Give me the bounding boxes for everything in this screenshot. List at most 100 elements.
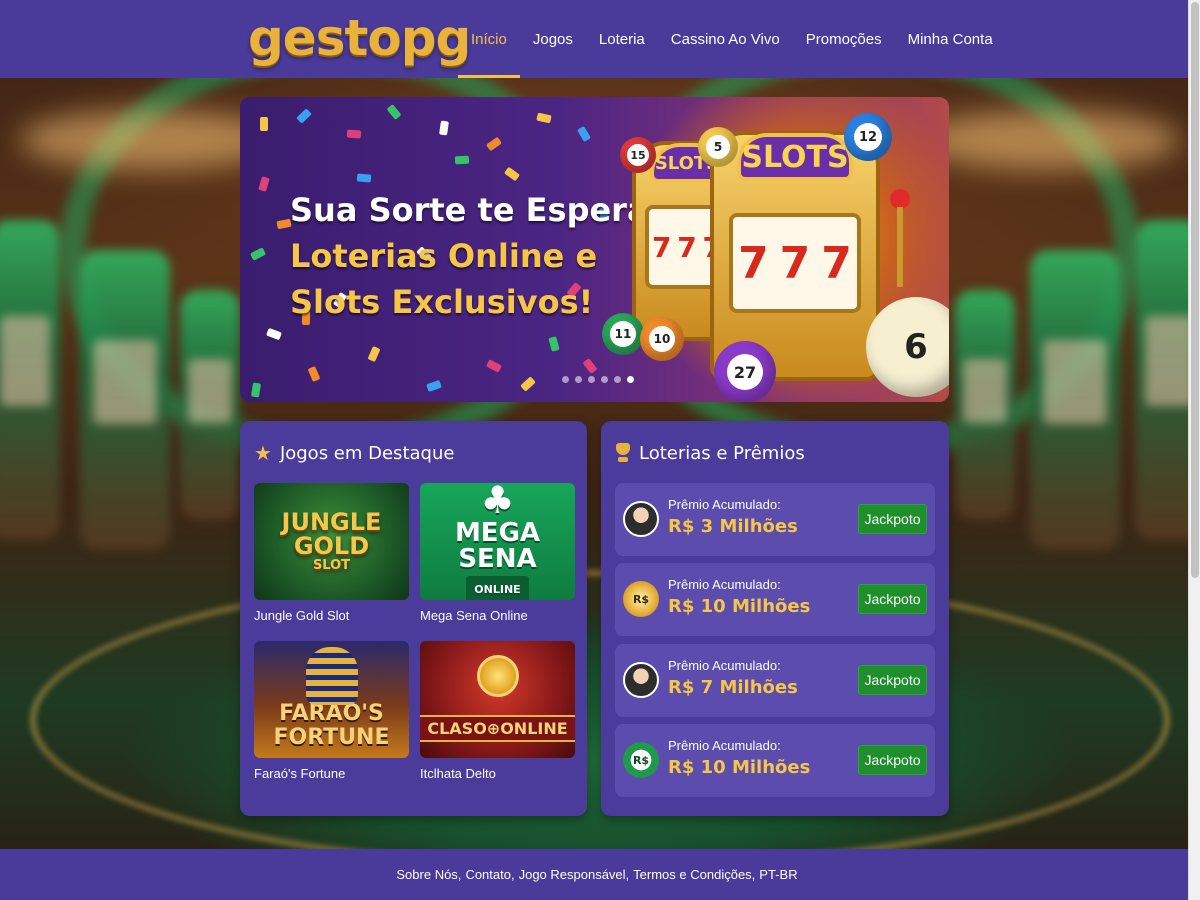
site-logo[interactable]: gestopg bbox=[248, 6, 471, 70]
hero-banner[interactable]: Sua Sorte te Espera! Loterias Online e S… bbox=[240, 97, 949, 402]
prize-amount: R$ 10 Milhões bbox=[668, 757, 811, 778]
confetti-piece bbox=[386, 104, 402, 120]
background-table bbox=[30, 570, 1170, 870]
jackpot-button[interactable]: Jackpoto bbox=[858, 584, 927, 614]
prize-amount: R$ 3 Milhões bbox=[668, 516, 798, 537]
game-card-mega-sena[interactable]: ♣ MEGA SENA ONLINE Mega Sena Online bbox=[420, 483, 575, 623]
confetti-piece bbox=[582, 358, 598, 374]
nav-item-promocoes[interactable]: Promoções bbox=[793, 0, 895, 78]
confetti-piece bbox=[503, 166, 521, 182]
confetti-piece bbox=[576, 125, 592, 143]
confetti-piece bbox=[266, 327, 282, 341]
slot-lever-knob bbox=[890, 189, 910, 209]
thumb-text: GOLD bbox=[293, 531, 370, 560]
prize-amount: R$ 10 Milhões bbox=[668, 596, 811, 617]
reel-symbol: 7 bbox=[652, 230, 672, 264]
carousel-dot[interactable] bbox=[588, 376, 595, 383]
confetti-piece bbox=[548, 336, 560, 352]
prize-amount: R$ 7 Milhões bbox=[668, 677, 798, 698]
star-icon: ★ bbox=[254, 441, 272, 465]
thumb-text: ONLINE bbox=[466, 575, 529, 600]
reel-symbol: 7 bbox=[677, 230, 697, 264]
footer-links: Sobre Nós, Contato, Jogo Responsável, Te… bbox=[396, 867, 797, 882]
confetti-piece bbox=[520, 376, 536, 392]
nav-item-jogos[interactable]: Jogos bbox=[520, 0, 586, 78]
confetti-piece bbox=[346, 129, 362, 139]
lotteries-title: Loterias e Prêmios bbox=[639, 442, 805, 464]
scrollbar-thumb[interactable] bbox=[1191, 2, 1199, 578]
prize-caption: Prêmio Acumulado: bbox=[668, 497, 781, 512]
lottery-row: Prêmio Acumulado: R$ 7 Milhões Jackpoto bbox=[615, 644, 935, 717]
confetti-piece bbox=[454, 155, 470, 165]
site-footer: Sobre Nós, Contato, Jogo Responsável, Te… bbox=[0, 849, 1188, 900]
hero-headline-line1: Sua Sorte te Espera! bbox=[290, 191, 664, 229]
confetti-piece bbox=[296, 108, 312, 124]
prize-caption: Prêmio Acumulado: bbox=[668, 658, 781, 673]
game-thumbnail[interactable]: CLASO⊕ONLINE bbox=[420, 641, 575, 758]
confetti-piece bbox=[536, 112, 552, 124]
game-thumbnail[interactable]: FARAÓ'S FORTUNE bbox=[254, 641, 409, 758]
jackpot-button[interactable]: Jackpoto bbox=[858, 745, 927, 775]
prize-caption: Prêmio Acumulado: bbox=[668, 577, 781, 592]
page-scrollbar[interactable] bbox=[1188, 0, 1200, 900]
carousel-dot[interactable] bbox=[601, 376, 608, 383]
game-card-jungle-gold[interactable]: JUNGLE GOLD SLOT Jungle Gold Slot bbox=[254, 483, 409, 623]
pharaoh-mask-icon bbox=[306, 647, 358, 705]
footer-link-jogo-responsavel[interactable]: Jogo Responsável, bbox=[519, 867, 630, 882]
lottery-ball: 27 bbox=[714, 341, 776, 402]
carousel-dot[interactable] bbox=[627, 376, 634, 383]
confetti-piece bbox=[485, 359, 503, 373]
hero-headline-line3: Slots Exclusivos! bbox=[290, 283, 594, 321]
game-card-faraos-fortune[interactable]: FARAÓ'S FORTUNE Faraó's Fortune bbox=[254, 641, 409, 781]
confetti-piece bbox=[426, 379, 442, 393]
featured-games-title: Jogos em Destaque bbox=[279, 442, 455, 464]
featured-games-heading: ★ Jogos em Destaque bbox=[254, 441, 454, 465]
background-slot-machine bbox=[0, 220, 60, 540]
game-card-itclhata-delto[interactable]: CLASO⊕ONLINE Itclhata Delto bbox=[420, 641, 575, 781]
carousel-dot[interactable] bbox=[562, 376, 569, 383]
carousel-dot[interactable] bbox=[614, 376, 621, 383]
background-slot-machine bbox=[180, 290, 240, 520]
nav-item-minha-conta[interactable]: Minha Conta bbox=[895, 0, 1006, 78]
reel-symbol: 7 bbox=[738, 237, 769, 289]
confetti-piece bbox=[258, 176, 270, 192]
lottery-ball: 6 bbox=[866, 297, 949, 397]
game-thumbnail[interactable]: JUNGLE GOLD SLOT bbox=[254, 483, 409, 600]
reel-symbol: 7 bbox=[821, 237, 852, 289]
game-title[interactable]: Itclhata Delto bbox=[420, 766, 575, 781]
carousel-dot[interactable] bbox=[575, 376, 582, 383]
footer-link-sobre-nos[interactable]: Sobre Nós, bbox=[396, 867, 461, 882]
hero-headline-line2: Loterias Online e bbox=[290, 237, 598, 275]
game-title[interactable]: Faraó's Fortune bbox=[254, 766, 409, 781]
confetti-piece bbox=[307, 365, 321, 383]
game-title[interactable]: Mega Sena Online bbox=[420, 608, 575, 623]
lottery-row: Prêmio Acumulado: R$ 3 Milhões Jackpoto bbox=[615, 483, 935, 556]
background-slot-machine bbox=[955, 290, 1015, 520]
thumb-text: CLASO⊕ONLINE bbox=[420, 715, 575, 742]
language-selector[interactable]: PT-BR bbox=[759, 867, 797, 882]
hero-headline: Sua Sorte te Espera! Loterias Online e S… bbox=[290, 187, 664, 325]
site-header: gestopg Início Jogos Loteria Cassino Ao … bbox=[0, 0, 1188, 78]
lottery-row: R$ Prêmio Acumulado: R$ 10 Milhões Jackp… bbox=[615, 724, 935, 797]
footer-link-contato[interactable]: Contato, bbox=[465, 867, 514, 882]
slot-reels: 7 7 7 bbox=[728, 213, 862, 313]
nav-item-cassino-ao-vivo[interactable]: Cassino Ao Vivo bbox=[658, 0, 793, 78]
trophy-icon bbox=[615, 443, 631, 463]
jackpot-button[interactable]: Jackpoto bbox=[858, 504, 927, 534]
nav-item-inicio[interactable]: Início bbox=[458, 0, 520, 78]
coin-icon: R$ bbox=[623, 581, 659, 617]
jackpot-button[interactable]: Jackpoto bbox=[858, 665, 927, 695]
featured-games-panel: ★ Jogos em Destaque JUNGLE GOLD SLOT Jun… bbox=[240, 421, 587, 816]
confetti-piece bbox=[260, 117, 268, 131]
footer-link-termos[interactable]: Termos e Condições, bbox=[633, 867, 755, 882]
game-thumbnail[interactable]: ♣ MEGA SENA ONLINE bbox=[420, 483, 575, 600]
nav-item-loteria[interactable]: Loteria bbox=[586, 0, 658, 78]
thumb-text: JUNGLE bbox=[281, 507, 382, 536]
reel-symbol: 7 bbox=[779, 237, 811, 289]
game-title[interactable]: Jungle Gold Slot bbox=[254, 608, 409, 623]
clover-icon: ♣ bbox=[480, 483, 515, 522]
carousel-dots bbox=[562, 376, 634, 383]
crown-icon bbox=[477, 655, 519, 697]
slot-marquee: SLOTS bbox=[736, 133, 854, 181]
lotteries-panel: Loterias e Prêmios Prêmio Acumulado: R$ … bbox=[601, 421, 949, 816]
